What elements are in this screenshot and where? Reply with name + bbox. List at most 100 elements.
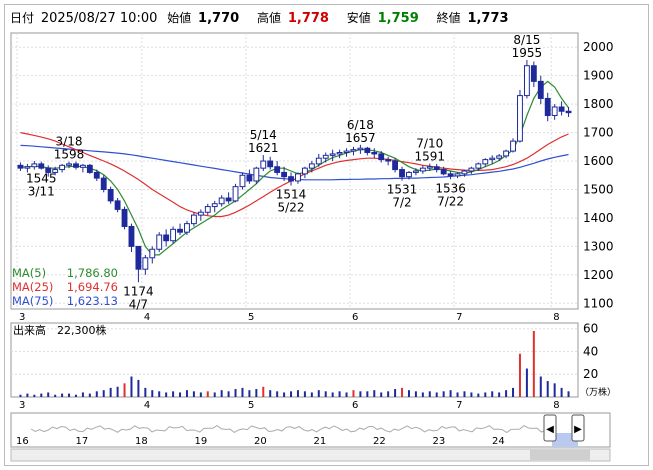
volume-bar bbox=[539, 376, 542, 397]
candle-body bbox=[385, 159, 392, 162]
candle-body bbox=[135, 245, 142, 270]
candle-body bbox=[225, 197, 232, 202]
annotation-date: 4/7 bbox=[129, 297, 148, 311]
candle-body bbox=[267, 160, 274, 168]
volume-bar bbox=[463, 391, 466, 397]
volume-bar bbox=[158, 391, 161, 397]
candle-body bbox=[211, 203, 218, 208]
navigator-scrollbar[interactable] bbox=[10, 448, 611, 462]
price-tick-label: 1100 bbox=[583, 296, 614, 310]
volume-bar bbox=[185, 390, 188, 397]
volume-bar bbox=[102, 390, 105, 397]
candle-body bbox=[107, 188, 114, 202]
volume-bar bbox=[525, 368, 528, 397]
annotation-value: 1531 bbox=[387, 183, 418, 197]
candle-body bbox=[315, 157, 322, 165]
volume-tick-label: 20 bbox=[583, 367, 598, 381]
volume-bar bbox=[512, 387, 515, 397]
volume-bar bbox=[546, 381, 549, 397]
candle-body bbox=[558, 106, 565, 112]
annotation-date: 3/11 bbox=[28, 185, 55, 199]
candle-body bbox=[551, 106, 558, 117]
volume-tick-label: 60 bbox=[583, 322, 598, 336]
candle-body bbox=[454, 173, 461, 177]
volume-bar bbox=[95, 391, 98, 397]
volume-month-label: 6 bbox=[352, 400, 358, 411]
legend-value: 1,623.13 bbox=[67, 294, 118, 308]
volume-bar bbox=[241, 387, 244, 397]
candle-body bbox=[281, 171, 288, 178]
candle-body bbox=[343, 150, 350, 154]
volume-bar bbox=[484, 392, 487, 397]
candle-body bbox=[419, 167, 426, 172]
volume-panel: 20 40 60 出来高 22,300株 （万株） 3 4 5 6 7 8 bbox=[10, 322, 616, 411]
candle-body bbox=[204, 206, 211, 213]
volume-bar bbox=[387, 391, 390, 397]
volume-label: 出来高 22,300株 bbox=[13, 323, 107, 337]
candle-body bbox=[412, 170, 419, 173]
month-tick-label: 4 bbox=[144, 312, 150, 323]
candle-body bbox=[190, 214, 197, 225]
candle-body bbox=[24, 166, 31, 169]
volume-bar bbox=[213, 392, 216, 397]
annotation-date: 3/18 bbox=[56, 135, 83, 149]
volume-bar bbox=[449, 390, 452, 397]
navigator-scrollbar-thumb[interactable] bbox=[530, 450, 590, 460]
volume-bar bbox=[47, 392, 50, 397]
annotation-value: 1955 bbox=[512, 46, 543, 60]
annotation-date: 8/15 bbox=[513, 33, 540, 47]
candle-body bbox=[350, 149, 357, 152]
candle-body bbox=[295, 173, 301, 182]
volume-bar bbox=[144, 387, 147, 397]
navigator-right-handle-icon: ▶ bbox=[574, 424, 582, 435]
navigator-tick-label: 16 bbox=[16, 436, 29, 447]
volume-bar bbox=[366, 391, 369, 397]
volume-bar bbox=[88, 393, 91, 397]
candle-body bbox=[378, 153, 385, 161]
candle-body bbox=[517, 95, 523, 142]
candle-body bbox=[392, 160, 399, 171]
volume-bar bbox=[310, 392, 313, 397]
volume-bar bbox=[227, 391, 230, 397]
annotation-value: 1174 bbox=[123, 284, 154, 298]
navigator-left-handle-icon: ◀ bbox=[546, 424, 554, 435]
volume-bar bbox=[345, 392, 348, 397]
candle-body bbox=[426, 166, 433, 169]
candle-body bbox=[496, 155, 503, 159]
price-tick-label: 1300 bbox=[583, 239, 614, 253]
candle-body bbox=[544, 97, 551, 117]
candle-body bbox=[260, 160, 267, 169]
range-navigator[interactable]: 16171819202122232425◀▶ bbox=[10, 412, 611, 462]
candle-body bbox=[308, 163, 315, 169]
price-tick-label: 1400 bbox=[583, 211, 614, 225]
annotation-date: 7/10 bbox=[416, 137, 443, 151]
legend-label: MA(75) bbox=[12, 294, 53, 308]
candle-body bbox=[433, 166, 440, 171]
volume-bar bbox=[234, 389, 237, 397]
volume-bar bbox=[407, 390, 410, 397]
candle-body bbox=[38, 163, 45, 169]
candle-body bbox=[406, 171, 412, 178]
candle-body bbox=[73, 163, 79, 168]
volume-bar bbox=[248, 390, 251, 397]
volume-bar bbox=[290, 391, 293, 397]
candle-body bbox=[17, 164, 24, 169]
volume-bar bbox=[192, 391, 195, 397]
month-tick-label: 8 bbox=[553, 312, 559, 323]
candle-body bbox=[218, 197, 225, 205]
volume-month-label: 5 bbox=[248, 400, 254, 411]
candle-body bbox=[530, 65, 537, 82]
navigator-tick-label: 23 bbox=[433, 436, 446, 447]
volume-bar bbox=[435, 392, 438, 397]
month-tick-label: 7 bbox=[456, 312, 462, 323]
volume-bar bbox=[532, 330, 535, 397]
candle-body bbox=[482, 159, 489, 165]
candle-body bbox=[197, 211, 204, 216]
legend-value: 1,694.76 bbox=[67, 280, 118, 294]
navigator-tick-label: 20 bbox=[254, 436, 267, 447]
volume-bar bbox=[380, 392, 383, 397]
volume-bar bbox=[296, 390, 299, 397]
stock-chart-svg: 3/18159815453/1111744/75/14162115145/226… bbox=[10, 32, 616, 462]
candle-body bbox=[93, 171, 100, 179]
volume-bar bbox=[553, 383, 556, 397]
